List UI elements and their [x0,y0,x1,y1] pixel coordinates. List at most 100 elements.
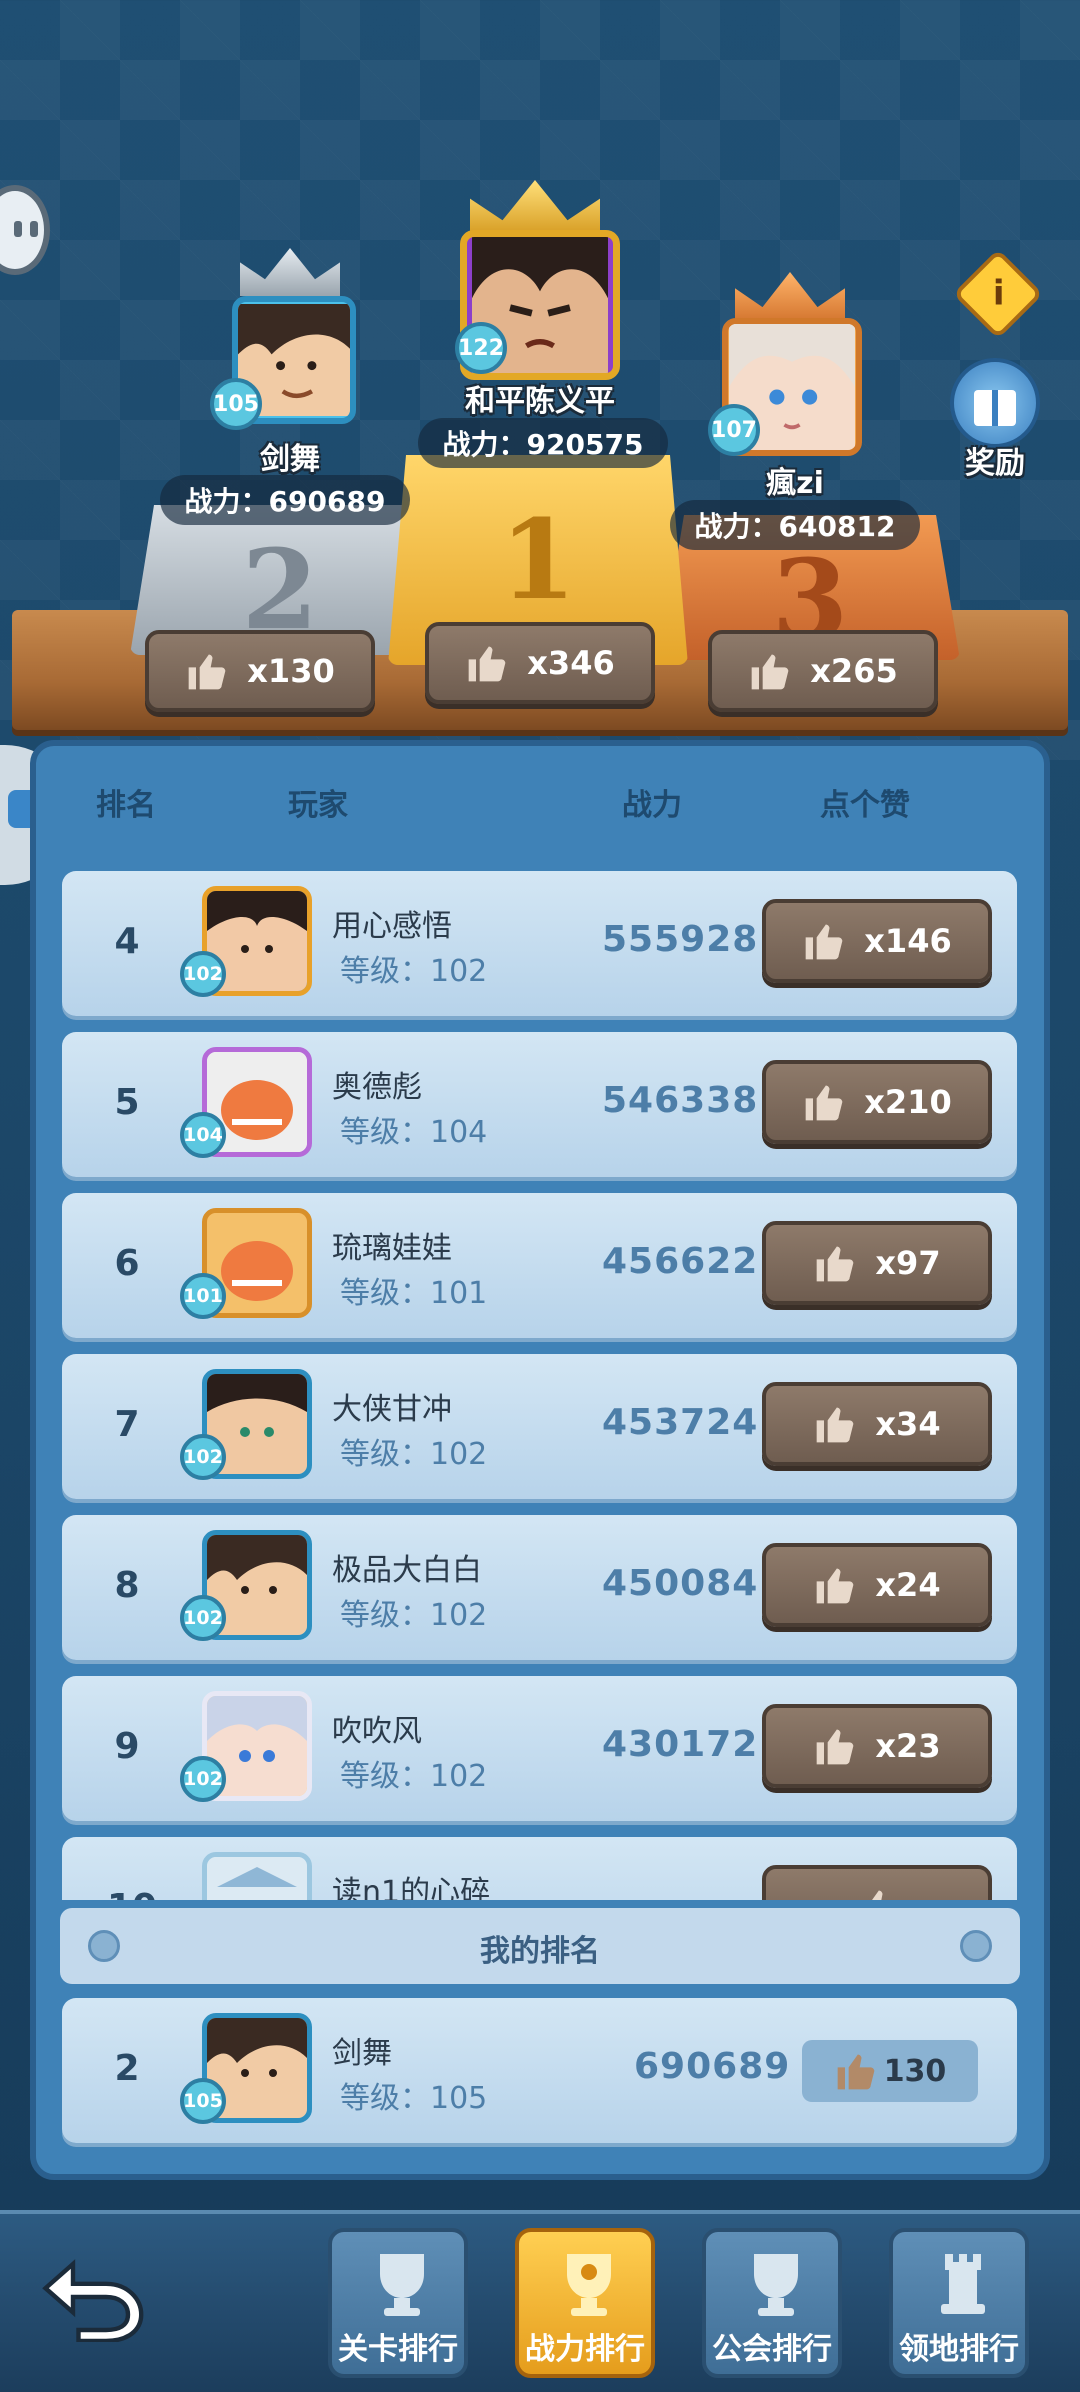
right-dot-icon [960,1930,992,1962]
table-row: 6 101 琉璃娃娃 等级：101 456622 x97 [62,1193,1017,1338]
level-badge: 122 [455,322,507,374]
second-place-name: 剑舞 [260,442,320,477]
thumbs-up-icon [837,2054,875,2090]
second-place-like-button[interactable]: x130 [145,630,375,712]
thumbs-up-icon [188,654,226,690]
gift-icon [950,358,1040,448]
player-name: 琉璃娃娃 [332,1231,452,1266]
like-count: x97 [875,1244,941,1282]
level-badge: 102 [180,951,226,997]
first-place-name: 和平陈义平 [465,384,615,419]
like-button[interactable]: x34 [762,1382,992,1466]
nav-label: 公会排行 [712,2332,832,2367]
level-badge: 102 [180,1434,226,1480]
player-avatar[interactable] [202,1852,312,1900]
stage-trophy-icon [380,2254,424,2316]
level-badge: 105 [210,378,262,430]
player-power: 690689 [634,2046,791,2087]
nav-label: 领地排行 [899,2332,1019,2367]
reward-button[interactable]: 奖励 [945,358,1045,481]
like-button[interactable]: x146 [762,899,992,983]
thumbs-up-icon [817,1568,854,1604]
level-badge: 102 [180,1756,226,1802]
hero-portrait [207,1857,307,1900]
like-button[interactable] [762,1865,992,1900]
player-name: 奥德彪 [332,1070,422,1105]
tab-territory-ranking[interactable]: 领地排行 [889,2228,1029,2378]
player-name: 吹吹风 [332,1714,422,1749]
table-row: 10 读n1的心碎 [62,1837,1017,1900]
player-name: 极品大白白 [332,1553,482,1588]
header-like: 点个赞 [820,788,910,823]
thumbs-up-icon [817,1246,854,1282]
tab-guild-ranking[interactable]: 公会排行 [702,2228,842,2378]
like-count: x24 [875,1566,941,1604]
row-rank: 9 [114,1726,140,1767]
level-badge: 101 [180,1273,226,1319]
like-count: x210 [864,1083,952,1121]
thumbs-up-icon [751,654,789,690]
like-count: x346 [527,644,615,682]
player-level: 等级：102 [340,1598,488,1633]
like-button[interactable]: x24 [762,1543,992,1627]
level-badge: 104 [180,1112,226,1158]
power-trophy-icon [567,2254,611,2316]
player-power: 546338 [602,1080,759,1121]
table-header: 排名 玩家 战力 点个赞 [60,760,1035,840]
player-name: 用心感悟 [332,909,452,944]
third-place-power: 战力：640812 [670,500,920,550]
my-like-count: 130 [802,2040,978,2102]
player-level: 等级：102 [340,954,488,989]
my-rank-title: 我的排名 [480,1934,600,1969]
like-count: 130 [883,2053,947,2089]
header-player: 玩家 [288,788,348,823]
player-power: 453724 [602,1402,759,1443]
player-level: 等级：102 [340,1759,488,1794]
like-button[interactable]: x23 [762,1704,992,1788]
third-place-like-button[interactable]: x265 [708,630,938,712]
first-place-power: 战力：920575 [418,418,668,468]
row-rank: 10 [107,1887,157,1900]
player-level: 等级：105 [340,2081,488,2116]
ranking-list[interactable]: 4 102 用心感悟 等级：102 555928 x146 5 104 奥德彪 … [50,855,1030,1900]
table-row: 7 102 大侠甘冲 等级：102 453724 x34 [62,1354,1017,1499]
row-rank: 5 [114,1082,140,1123]
nav-label: 战力排行 [525,2332,645,2367]
like-button[interactable]: x97 [762,1221,992,1305]
thumbs-up-icon [817,1729,854,1765]
my-rank-bar: 我的排名 [60,1908,1020,1984]
row-rank: 6 [114,1243,140,1284]
table-row: 9 102 吹吹风 等级：102 430172 x23 [62,1676,1017,1821]
thumbs-up-icon [468,646,506,682]
player-level: 等级：104 [340,1115,488,1150]
back-arrow-icon [42,2259,144,2344]
header-rank: 排名 [96,788,156,823]
tab-stage-ranking[interactable]: 关卡排行 [328,2228,468,2378]
table-row: 4 102 用心感悟 等级：102 555928 x146 [62,871,1017,1016]
thumbs-up-icon [872,1890,883,1900]
like-count: x146 [864,922,952,960]
player-power: 450084 [602,1563,759,1604]
row-rank: 7 [114,1404,140,1445]
third-place-name: 瘋zi [766,466,824,501]
player-name: 剑舞 [332,2036,392,2071]
player-name: 读n1的心碎 [332,1875,491,1900]
table-row: 5 104 奥德彪 等级：104 546338 x210 [62,1032,1017,1177]
like-count: x130 [247,652,335,690]
level-badge: 107 [708,404,760,456]
back-button[interactable] [40,2252,150,2344]
like-count: x23 [875,1727,941,1765]
my-rank-row: 2 105 剑舞 等级：105 690689 130 [62,1998,1017,2143]
like-button[interactable]: x210 [762,1060,992,1144]
player-level: 等级：102 [340,1437,488,1472]
tab-power-ranking[interactable]: 战力排行 [515,2228,655,2378]
thumbs-up-icon [805,924,843,960]
player-name: 大侠甘冲 [332,1392,452,1427]
reward-label: 奖励 [965,446,1025,481]
player-power: 456622 [602,1241,759,1282]
thumbs-up-icon [817,1407,854,1443]
player-level: 等级：101 [340,1276,488,1311]
row-rank: 2 [114,2048,140,2089]
guild-trophy-icon [754,2254,798,2316]
first-place-like-button[interactable]: x346 [425,622,655,704]
